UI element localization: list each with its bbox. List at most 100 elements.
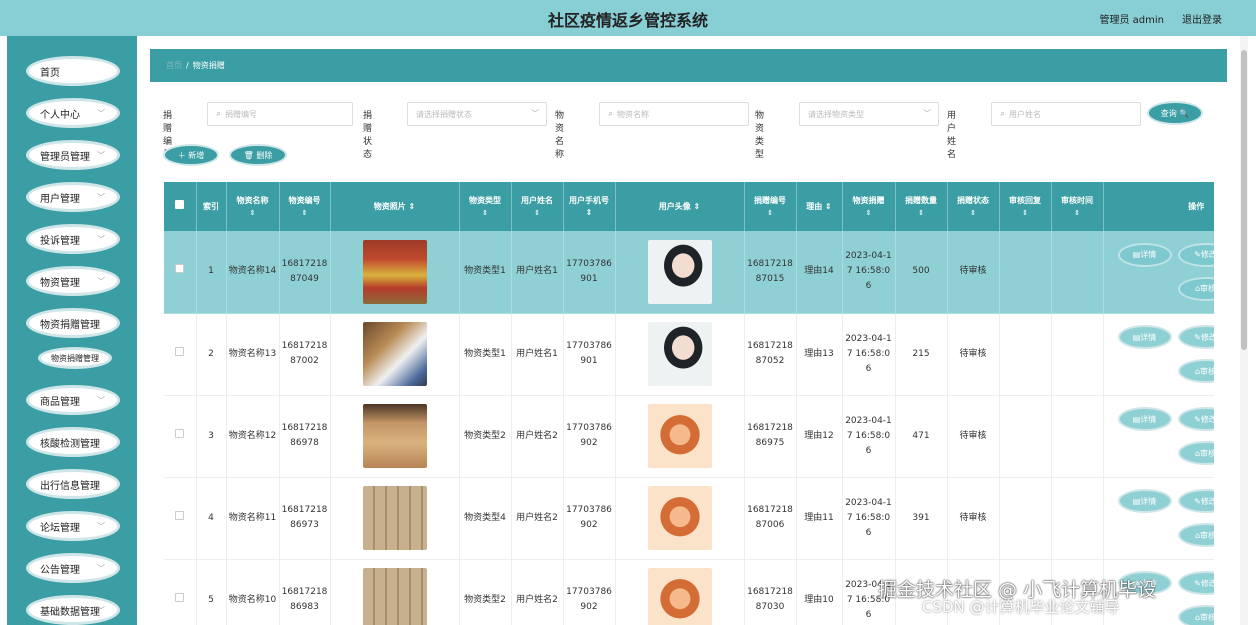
detail-button[interactable]: ▤ 详情 [1117,489,1172,513]
column-header[interactable]: 用户姓名 ⇕ [511,182,564,231]
add-button[interactable]: ＋ 新增 [163,144,219,166]
supply-name-cell: 物资名称13 [226,313,280,396]
sort-icon[interactable]: ⇕ [950,207,997,219]
supply-type-select[interactable]: 请选择物资类型 ﹀ [799,102,939,126]
detail-button[interactable]: ▤ 详情 [1117,407,1172,431]
row-select-cell[interactable] [164,477,197,560]
audit-button[interactable]: ⌂ 审核 [1177,605,1214,625]
sidebar-item-users[interactable]: 用户管理 ﹀ [26,182,120,212]
sidebar-item-donations[interactable]: 物资捐赠管理 [26,308,120,338]
sort-icon[interactable]: ⇕ [1054,207,1101,219]
user-avatar[interactable] [647,486,712,550]
edit-button[interactable]: ✎ 修改 [1177,571,1214,595]
sort-icon[interactable]: ⇕ [282,207,328,219]
main-content: 首页 / 物资捐赠 捐赠编号 ⌕捐赠编号 捐赠状态 请选择捐赠状态﹀ 物资名称 … [137,36,1240,625]
user-avatar[interactable] [647,239,712,304]
sort-icon[interactable]: ⇕ [229,207,277,219]
donate-qty-cell: 471 [895,395,948,478]
scrollbar-thumb[interactable] [1241,50,1247,350]
supply-photo[interactable] [362,568,427,625]
column-header[interactable]: 物资照片 ⇕ [330,182,460,231]
sort-icon[interactable]: ⇕ [694,202,701,211]
column-header[interactable]: 审核时间 ⇕ [1051,182,1104,231]
query-button[interactable]: 查询 🔍 [1147,101,1203,125]
sidebar-item-nucleic-test[interactable]: 核酸检测管理 [26,427,120,457]
audit-button[interactable]: ⌂ 审核 [1177,276,1214,301]
column-header[interactable]: 物资捐赠 ⇕ [842,182,896,231]
page-scrollbar[interactable] [1240,36,1248,625]
supply-photo[interactable] [362,239,427,304]
sidebar-item-supplies[interactable]: 物资管理 ﹀ [26,266,120,296]
edit-button[interactable]: ✎ 修改 [1177,489,1214,513]
row-checkbox[interactable] [175,264,185,274]
delete-button[interactable]: 🗑 删除 [229,144,287,166]
row-select-cell[interactable] [164,231,197,314]
sort-icon[interactable]: ⇕ [409,202,416,211]
column-header[interactable]: 捐赠数量 ⇕ [895,182,948,231]
sidebar-item-personal-center[interactable]: 个人中心 ﹀ [26,98,120,128]
column-header[interactable]: 捐赠状态 ⇕ [947,182,1000,231]
table-row[interactable]: 3 物资名称12 1681721886978 物资类型2 用户姓名2 1770378690… [164,395,1214,478]
select-all-checkbox[interactable] [175,200,185,209]
sort-icon[interactable]: ⇕ [747,207,794,219]
sidebar-subitem-donations[interactable]: 物资捐赠管理 [38,347,112,369]
table-row[interactable]: 1 物资名称14 1681721887049 物资类型1 用户姓名1 1770378690… [164,231,1214,314]
sort-icon[interactable]: ⇕ [586,208,593,217]
table-row[interactable]: 4 物资名称11 1681721886973 物资类型4 用户姓名2 1770378690… [164,477,1214,560]
table-row[interactable]: 2 物资名称13 1681721887002 物资类型1 用户姓名1 1770378690… [164,313,1214,396]
user-name-input[interactable]: ⌕ 用户姓名 [991,102,1141,126]
audit-button[interactable]: ⌂ 审核 [1177,523,1214,547]
user-avatar[interactable] [647,322,712,386]
supply-name-cell: 物资名称10 [226,559,280,625]
sort-icon[interactable]: ⇕ [462,207,509,219]
edit-button[interactable]: ✎ 修改 [1177,242,1214,267]
sidebar-item-forum[interactable]: 论坛管理 ﹀ [26,511,120,541]
edit-button[interactable]: ✎ 修改 [1177,325,1214,349]
donate-code-input[interactable]: ⌕ 捐赠编号 [207,102,353,126]
supply-photo[interactable] [362,486,427,550]
edit-button[interactable]: ✎ 修改 [1177,407,1214,431]
breadcrumb-home[interactable]: 首页 [166,60,182,71]
column-header[interactable]: 捐赠编号 ⇕ [744,182,797,231]
sort-icon[interactable]: ⇕ [845,207,893,219]
donate-status-select[interactable]: 请选择捐赠状态 ﹀ [407,102,547,126]
row-checkbox[interactable] [175,346,185,356]
detail-button[interactable]: ▤ 详情 [1117,325,1172,349]
user-avatar[interactable] [647,568,712,625]
select-all-header[interactable] [164,182,197,231]
sidebar-item-goods[interactable]: 商品管理 ﹀ [26,385,120,415]
sidebar-item-admin[interactable]: 管理员管理 ﹀ [26,140,120,170]
column-header[interactable]: 物资类型 ⇕ [459,182,512,231]
sidebar-item-travel-info[interactable]: 出行信息管理 [26,469,120,499]
column-header[interactable]: 用户手机号 ⇕ [563,182,616,231]
column-header[interactable]: 理由 ⇕ [796,182,843,231]
supply-name-input[interactable]: ⌕ 物资名称 [599,102,749,126]
audit-button[interactable]: ⌂ 审核 [1177,441,1214,465]
sort-icon[interactable]: ⇕ [898,207,945,219]
row-select-cell[interactable] [164,395,197,478]
sort-icon[interactable]: ⇕ [825,202,832,211]
logout-link[interactable]: 退出登录 [1182,11,1222,26]
column-header[interactable]: 物资编号 ⇕ [279,182,331,231]
row-checkbox[interactable] [175,510,185,520]
column-header[interactable]: 审核回复 ⇕ [999,182,1052,231]
column-header[interactable]: 用户头像 ⇕ [615,182,745,231]
row-checkbox[interactable] [175,592,185,602]
sidebar-item-complaints[interactable]: 投诉管理 ﹀ [26,224,120,254]
donate-status-cell: 待审核 [947,231,1000,314]
audit-button[interactable]: ⌂ 审核 [1177,359,1214,383]
supply-photo[interactable] [362,404,427,468]
row-select-cell[interactable] [164,559,197,625]
sidebar-item-home[interactable]: 首页 [26,56,120,86]
sort-icon[interactable]: ⇕ [1002,207,1049,219]
column-header[interactable]: 物资名称 ⇕ [226,182,280,231]
row-checkbox[interactable] [175,428,185,438]
supply-photo[interactable] [362,322,427,386]
chevron-down-icon: ﹀ [97,235,105,244]
sidebar-item-announcements[interactable]: 公告管理 ﹀ [26,553,120,583]
sort-icon[interactable]: ⇕ [514,207,561,219]
user-avatar[interactable] [647,404,712,468]
row-select-cell[interactable] [164,313,197,396]
detail-button[interactable]: ▤ 详情 [1117,242,1172,267]
sidebar-item-base-data[interactable]: 基础数据管理 ﹀ [26,595,120,625]
